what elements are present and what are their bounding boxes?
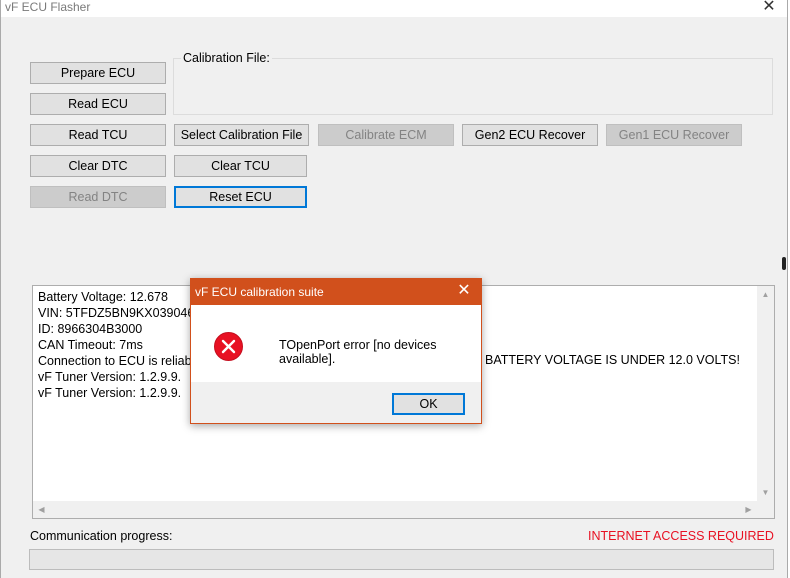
main-window: vF ECU Flasher ✕ Prepare ECU Read ECU Re… bbox=[0, 0, 788, 578]
dialog-title-bar[interactable]: vF ECU calibration suite ✕ bbox=[191, 279, 481, 305]
communication-progress-bar bbox=[29, 549, 774, 570]
calibrate-ecm-button[interactable]: Calibrate ECM bbox=[318, 124, 454, 146]
reset-ecu-button[interactable]: Reset ECU bbox=[174, 186, 307, 208]
dialog-body: TOpenPort error [no devices available]. bbox=[191, 305, 481, 382]
scrollbar-corner bbox=[757, 501, 774, 518]
error-icon bbox=[214, 332, 243, 361]
scroll-left-icon[interactable]: ◀ bbox=[33, 501, 50, 518]
dialog-title: vF ECU calibration suite bbox=[195, 285, 324, 299]
internet-access-notice: INTERNET ACCESS REQUIRED bbox=[588, 529, 774, 543]
background-artifact bbox=[782, 257, 786, 270]
prepare-ecu-button[interactable]: Prepare ECU bbox=[30, 62, 166, 84]
communication-progress-label: Communication progress: bbox=[30, 529, 173, 543]
log-vertical-scrollbar[interactable]: ▲ ▼ bbox=[757, 286, 774, 501]
window-title: vF ECU Flasher bbox=[5, 0, 91, 14]
scroll-right-icon[interactable]: ▶ bbox=[740, 501, 757, 518]
read-ecu-button[interactable]: Read ECU bbox=[30, 93, 166, 115]
calibration-file-group bbox=[173, 58, 773, 115]
title-bar[interactable]: vF ECU Flasher ✕ bbox=[1, 0, 787, 17]
calibration-file-label: Calibration File: bbox=[181, 51, 272, 65]
dialog-message: TOpenPort error [no devices available]. bbox=[279, 338, 437, 366]
dialog-close-icon[interactable]: ✕ bbox=[455, 282, 473, 300]
clear-dtc-button[interactable]: Clear DTC bbox=[30, 155, 166, 177]
clear-tcu-button[interactable]: Clear TCU bbox=[174, 155, 307, 177]
select-calibration-file-button[interactable]: Select Calibration File bbox=[174, 124, 309, 146]
gen1-ecu-recover-button[interactable]: Gen1 ECU Recover bbox=[606, 124, 742, 146]
ok-button[interactable]: OK bbox=[392, 393, 465, 415]
log-horizontal-scrollbar[interactable]: ◀ ▶ bbox=[33, 501, 757, 518]
scroll-up-icon[interactable]: ▲ bbox=[757, 286, 774, 303]
gen2-ecu-recover-button[interactable]: Gen2 ECU Recover bbox=[462, 124, 598, 146]
log-battery-warning: BATTERY VOLTAGE IS UNDER 12.0 VOLTS! bbox=[485, 353, 740, 367]
read-dtc-button[interactable]: Read DTC bbox=[30, 186, 166, 208]
scroll-down-icon[interactable]: ▼ bbox=[757, 484, 774, 501]
error-dialog: vF ECU calibration suite ✕ TOpenPort err… bbox=[190, 278, 482, 424]
close-icon[interactable]: ✕ bbox=[759, 0, 779, 15]
read-tcu-button[interactable]: Read TCU bbox=[30, 124, 166, 146]
